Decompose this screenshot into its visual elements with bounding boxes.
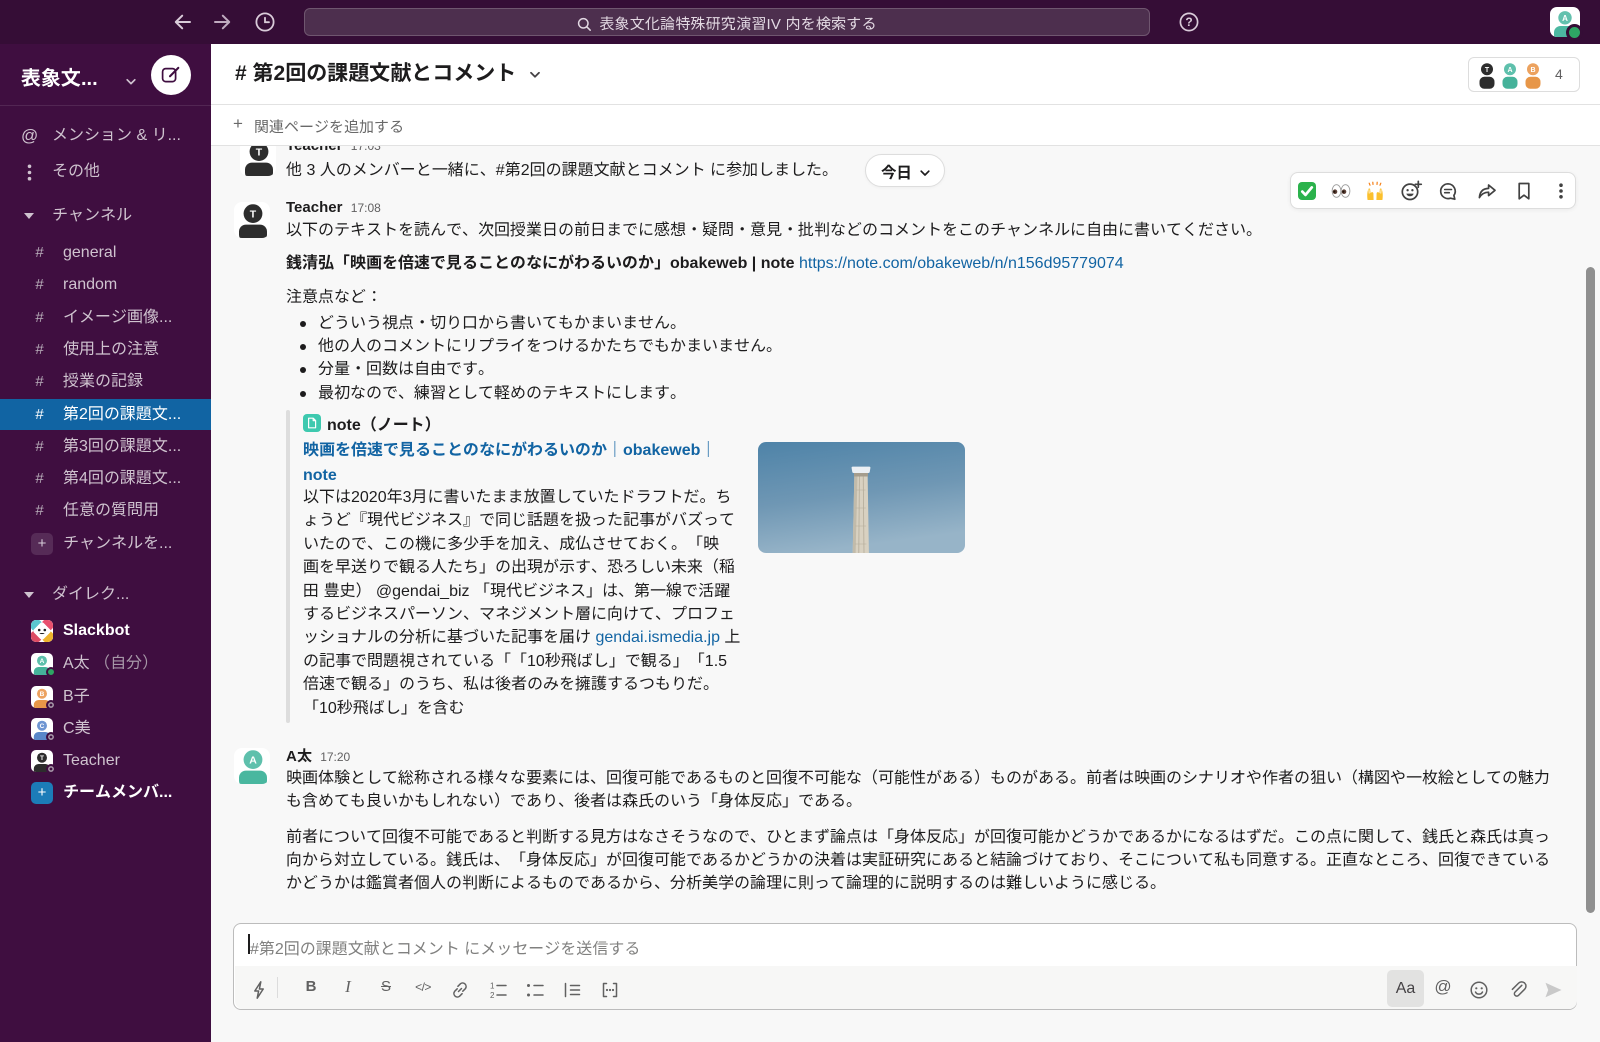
svg-text:T: T: [1485, 67, 1490, 74]
svg-text:B: B: [40, 691, 45, 698]
svg-text:T: T: [40, 755, 44, 762]
svg-text:C: C: [40, 723, 45, 730]
svg-text:T: T: [256, 146, 263, 158]
svg-text:2: 2: [490, 991, 495, 1000]
svg-text:A: A: [40, 658, 45, 665]
svg-text:B: B: [1530, 67, 1535, 74]
svg-text:1: 1: [490, 982, 495, 991]
svg-text:?: ?: [1185, 15, 1192, 29]
svg-text:A: A: [1507, 67, 1512, 74]
svg-text:A: A: [1562, 14, 1568, 23]
svg-text:A: A: [249, 754, 257, 766]
svg-text:T: T: [250, 208, 257, 220]
